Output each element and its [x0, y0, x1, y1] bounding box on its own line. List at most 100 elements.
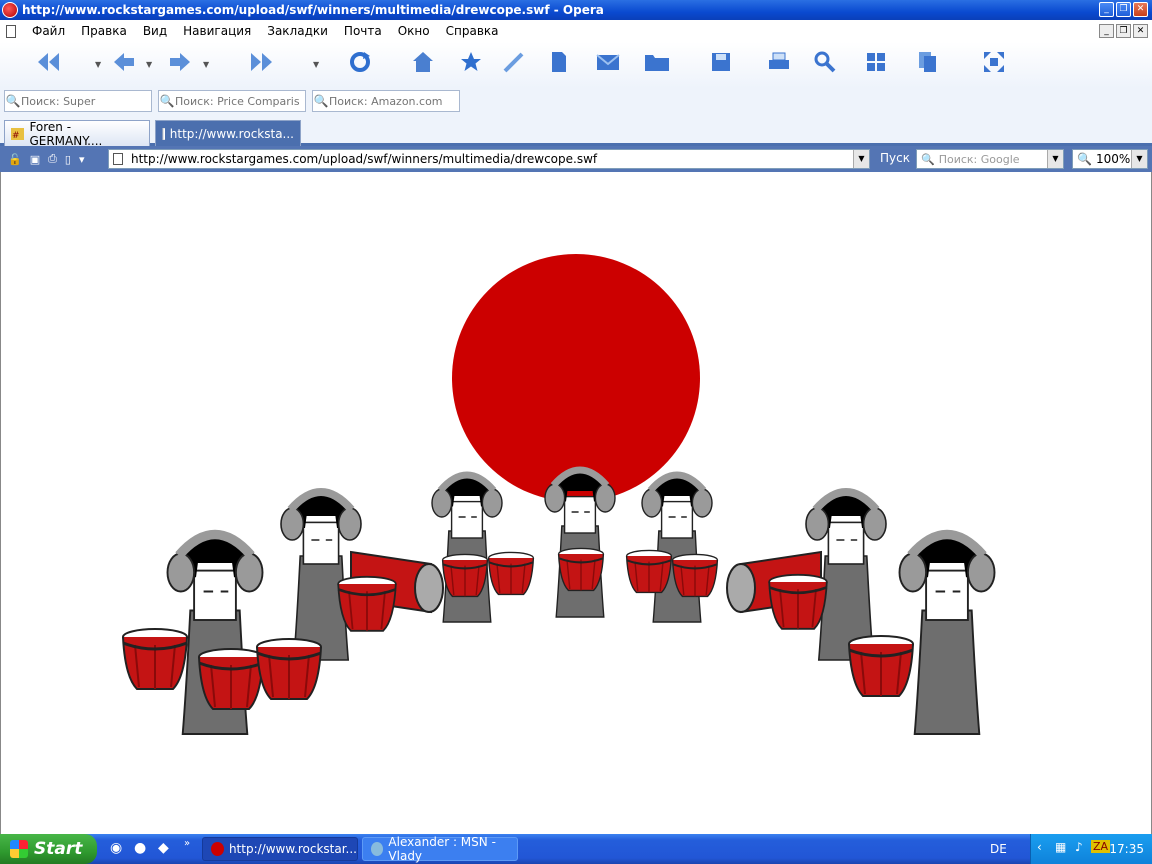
- zoom-control[interactable]: 🔍 100% ▼: [1072, 149, 1148, 169]
- menu-bookmarks[interactable]: Закладки: [259, 24, 336, 38]
- search-icon[interactable]: [811, 48, 839, 76]
- opera-task-icon: [211, 842, 224, 856]
- tray-expand-icon[interactable]: ‹: [1037, 840, 1042, 854]
- start-button[interactable]: Start: [0, 834, 97, 864]
- close-button[interactable]: ✕: [1133, 2, 1148, 17]
- search-toolbar: 🔍 🔍 🔍: [0, 88, 1152, 118]
- copy-icon[interactable]: [914, 48, 942, 76]
- search-field-super[interactable]: 🔍: [4, 90, 152, 112]
- url-text[interactable]: http://www.rockstargames.com/upload/swf/…: [131, 152, 597, 166]
- zonealarm-icon[interactable]: ZA: [1091, 840, 1111, 853]
- bookmark-star-icon[interactable]: [457, 48, 485, 76]
- search-engine-icon: 🔍: [921, 152, 935, 166]
- address-dropdown-icon[interactable]: ▼: [853, 150, 869, 168]
- lock-icon[interactable]: 🔓: [8, 153, 22, 166]
- panel-dropdown-icon[interactable]: ▾: [79, 153, 85, 166]
- language-indicator[interactable]: DE: [990, 842, 1007, 856]
- document-small-icon[interactable]: ▯: [65, 153, 71, 166]
- drummer-7: [900, 535, 995, 735]
- system-tray: ‹ ▦ ♪ ZA 17:35: [1030, 834, 1152, 864]
- drum: [121, 627, 189, 691]
- tab-bar: # Foren - GERMANY.... http://www.rocksta…: [0, 118, 1152, 148]
- flash-animation[interactable]: [1, 172, 1151, 834]
- rising-sun: [452, 254, 700, 502]
- zoom-dropdown-icon[interactable]: ▼: [1131, 150, 1147, 168]
- network-icon[interactable]: ▦: [1055, 840, 1066, 854]
- tab-rockstar[interactable]: http://www.rocksta...: [155, 120, 301, 146]
- fullscreen-icon[interactable]: [980, 48, 1008, 76]
- search-input-price[interactable]: [175, 94, 305, 108]
- main-toolbar: ▼ ▼ ▼ ▼: [0, 42, 1152, 88]
- search-field-amazon[interactable]: 🔍: [312, 90, 460, 112]
- reload-icon[interactable]: [346, 48, 374, 76]
- drum: [255, 637, 323, 701]
- menu-view[interactable]: Вид: [135, 24, 175, 38]
- menu-navigation[interactable]: Навигация: [175, 24, 259, 38]
- search-engine-icon: 🔍: [159, 94, 175, 108]
- maximize-button[interactable]: ❐: [1116, 2, 1131, 17]
- back-icon[interactable]: [110, 48, 138, 76]
- fast-forward-icon[interactable]: [248, 48, 276, 76]
- taskbar: Start ◉ ● ◆ » http://www.rockstar... Ale…: [0, 834, 1152, 864]
- menu-window[interactable]: Окно: [390, 24, 438, 38]
- page-icon: [113, 153, 123, 165]
- print-icon[interactable]: [765, 48, 793, 76]
- address-field[interactable]: http://www.rockstargames.com/upload/swf/…: [108, 149, 870, 169]
- mdi-restore-button[interactable]: ❐: [1116, 24, 1131, 38]
- zoom-icon: 🔍: [1077, 152, 1092, 166]
- windows-icon[interactable]: [862, 48, 890, 76]
- google-dropdown-icon[interactable]: ▼: [1047, 150, 1063, 168]
- minimize-button[interactable]: _: [1099, 2, 1114, 17]
- zoom-value: 100%: [1095, 152, 1131, 166]
- svg-text:#: #: [12, 131, 20, 140]
- drum: [336, 575, 398, 633]
- volume-icon[interactable]: ♪: [1075, 840, 1083, 854]
- page-icon[interactable]: [545, 48, 573, 76]
- search-input-super[interactable]: [21, 94, 151, 108]
- drum: [441, 553, 489, 598]
- quicklaunch-opera-icon[interactable]: ●: [134, 840, 146, 856]
- fast-forward-dropdown-icon[interactable]: ▼: [313, 60, 319, 69]
- tab-foren[interactable]: # Foren - GERMANY....: [4, 119, 150, 148]
- drum: [487, 551, 535, 596]
- mdi-minimize-button[interactable]: _: [1099, 24, 1114, 38]
- rewind-icon[interactable]: [34, 48, 62, 76]
- go-button[interactable]: Пуск: [880, 151, 910, 165]
- address-bar: 🔓 ▣ ⎙ ▯ ▾ http://www.rockstargames.com/u…: [0, 146, 1152, 172]
- task-msn[interactable]: Alexander : MSN - Vlady: [362, 835, 518, 863]
- drum: [625, 549, 673, 594]
- save-icon[interactable]: [707, 48, 735, 76]
- quicklaunch-more-icon[interactable]: »: [184, 838, 190, 849]
- menu-bar: Файл Правка Вид Навигация Закладки Почта…: [0, 20, 1152, 42]
- back-dropdown-icon[interactable]: ▼: [146, 60, 152, 69]
- menu-edit[interactable]: Правка: [73, 24, 135, 38]
- folder-icon[interactable]: [643, 48, 671, 76]
- camera-icon[interactable]: ▣: [30, 153, 40, 166]
- printer-small-icon[interactable]: ⎙: [48, 152, 57, 166]
- tab-label: http://www.rocksta...: [169, 126, 294, 141]
- search-input-amazon[interactable]: [329, 94, 459, 108]
- rewind-dropdown-icon[interactable]: ▼: [95, 60, 101, 69]
- forum-favicon-icon: #: [11, 127, 25, 140]
- windows-logo-icon: [10, 840, 28, 858]
- drummer-2: [281, 492, 361, 660]
- quicklaunch-browser-icon[interactable]: ◉: [110, 840, 122, 856]
- forward-icon[interactable]: [166, 48, 194, 76]
- mdi-close-button[interactable]: ✕: [1133, 24, 1148, 38]
- google-search-field[interactable]: 🔍 Поиск: Google ▼: [916, 149, 1064, 169]
- task-opera[interactable]: http://www.rockstar...: [202, 837, 358, 861]
- start-label: Start: [34, 839, 83, 859]
- menu-help[interactable]: Справка: [438, 24, 507, 38]
- forward-dropdown-icon[interactable]: ▼: [203, 60, 209, 69]
- task-label: Alexander : MSN - Vlady: [388, 835, 496, 863]
- mail-icon[interactable]: [594, 48, 622, 76]
- quicklaunch-app-icon[interactable]: ◆: [158, 840, 169, 856]
- clock: 17:35: [1109, 842, 1144, 856]
- home-icon[interactable]: [409, 48, 437, 76]
- pen-icon[interactable]: [500, 48, 528, 76]
- search-field-price[interactable]: 🔍: [158, 90, 306, 112]
- search-engine-icon: 🔍: [313, 94, 329, 108]
- tab-label: Foren - GERMANY....: [29, 119, 103, 148]
- menu-mail[interactable]: Почта: [336, 24, 390, 38]
- menu-file[interactable]: Файл: [24, 24, 73, 38]
